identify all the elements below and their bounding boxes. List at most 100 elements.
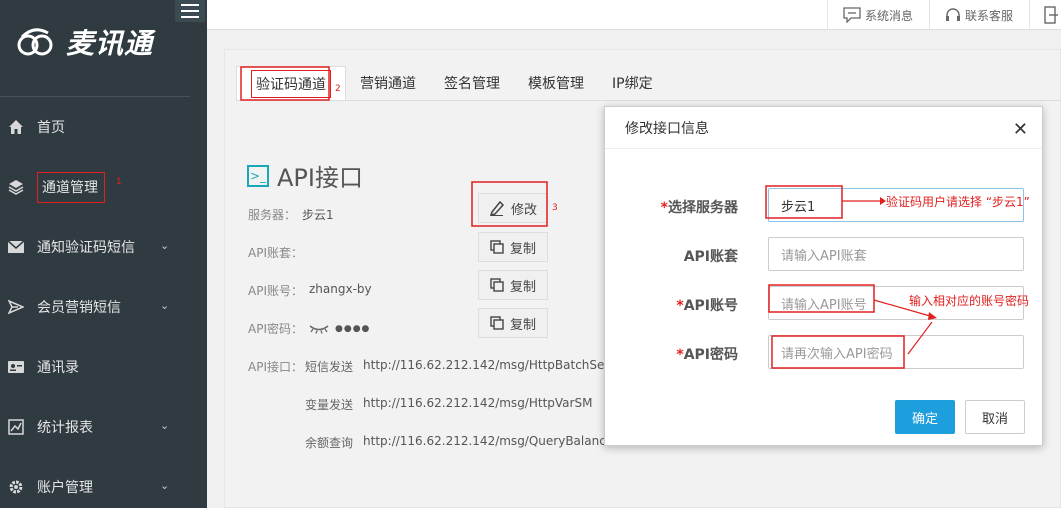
edit-label: 修改 [510, 202, 537, 218]
eye-closed-icon[interactable] [309, 324, 329, 334]
api-url-value: http://116.62.212.142/msg/HttpBatchSendS… [363, 358, 638, 372]
sidebar-item-label: 通知验证码短信 [37, 240, 135, 256]
pencil-icon [489, 200, 505, 216]
password-value: ●●●● [335, 323, 371, 334]
top-divider [1029, 0, 1030, 30]
password-row: API密码： ●●●● [248, 320, 370, 337]
api-url-value: http://116.62.212.142/msg/QueryBalance [363, 434, 614, 448]
dialog-title: 修改接口信息 [625, 120, 709, 137]
copy-button[interactable]: 复制 [478, 232, 548, 262]
top-bar: 系统消息 联系客服 [207, 0, 1061, 30]
api-url-key: 变量发送 [305, 398, 354, 412]
home-icon [8, 119, 24, 135]
confirm-button[interactable]: 确定 [895, 400, 955, 434]
logout-button[interactable] [1044, 0, 1058, 30]
sidebar-item-account[interactable]: 账户管理 ⌄ [0, 467, 207, 507]
sidebar-item-home[interactable]: 首页 [0, 107, 207, 147]
api-url-key: 短信发送 [305, 360, 354, 374]
required-mark: * [660, 200, 668, 216]
sidebar-item-channel[interactable]: 通道管理 1 [0, 167, 207, 207]
sidebar-item-label: 通讯录 [37, 360, 79, 376]
api-title-text: API接口 [277, 164, 363, 192]
server-value: 步云1 [302, 208, 334, 222]
tab-bar: 验证码通道 营销通道 签名管理 模板管理 IP绑定 [236, 66, 667, 100]
sidebar-item-marketing-sms[interactable]: 会员营销短信 ⌄ [0, 287, 207, 327]
annotation-number-3: 3 [552, 203, 558, 213]
copy-label: 复制 [509, 241, 536, 257]
cancel-button[interactable]: 取消 [965, 400, 1025, 434]
mail-icon [8, 239, 24, 255]
copy-icon [490, 240, 504, 254]
server-label-text: 选择服务器 [668, 200, 738, 216]
api-url-row: 短信发送 http://116.62.212.142/msg/HttpBatch… [305, 358, 638, 375]
account-label-text: API账号 [683, 298, 738, 314]
server-field-label: *选择服务器 [605, 197, 738, 217]
terminal-icon: >_ [247, 164, 269, 187]
annotation-account-hint: 输入相对应的账号密码 [909, 294, 1030, 308]
api-section-title: >_ API接口 [247, 158, 363, 193]
api-url-key: 余额查询 [305, 436, 354, 450]
message-icon [843, 7, 861, 23]
password-field-label: *API密码 [605, 344, 738, 364]
sidebar-item-reports[interactable]: 统计报表 ⌄ [0, 407, 207, 447]
api-account-placeholder: 请输入API账号 [781, 297, 867, 313]
copy-button[interactable]: 复制 [478, 308, 548, 338]
gear-icon [8, 479, 24, 495]
contact-service-button[interactable]: 联系客服 [945, 0, 1013, 30]
api-url-value: http://116.62.212.142/msg/HttpVarSM [363, 396, 593, 410]
close-icon[interactable]: ✕ [1013, 119, 1028, 140]
system-messages-label: 系统消息 [865, 8, 914, 23]
annotation-number-2: 2 [335, 84, 341, 94]
tab-template-management[interactable]: 模板管理 [514, 66, 598, 100]
required-mark: * [676, 298, 684, 314]
api-url-row: 余额查询 http://116.62.212.142/msg/QueryBala… [305, 434, 613, 451]
edit-interface-dialog: 修改接口信息 ✕ *选择服务器 步云1 API账套 请输入API账套 *API账… [604, 106, 1043, 446]
api-password-input[interactable]: 请再次输入API密码 [768, 335, 1024, 369]
contact-service-label: 联系客服 [965, 8, 1014, 23]
contact-card-icon [8, 359, 24, 375]
sidebar-item-label: 首页 [37, 120, 65, 136]
layers-icon [8, 179, 24, 195]
api-url-row: 变量发送 http://116.62.212.142/msg/HttpVarSM [305, 396, 592, 413]
annotation-number-1: 1 [116, 177, 122, 187]
menu-toggle-button[interactable] [175, 0, 205, 22]
account-value: zhangx-by [309, 282, 372, 296]
package-label: API账套： [248, 246, 303, 260]
chevron-down-icon: ⌄ [160, 299, 170, 312]
server-select-value: 步云1 [781, 199, 816, 215]
system-messages-button[interactable]: 系统消息 [843, 0, 913, 30]
copy-label: 复制 [509, 279, 536, 295]
api-package-input[interactable]: 请输入API账套 [768, 237, 1024, 271]
sidebar-item-notify-sms[interactable]: 通知验证码短信 ⌄ [0, 227, 207, 267]
account-field-label: *API账号 [605, 295, 738, 315]
sidebar-item-label: 通道管理 [37, 171, 105, 203]
tab-ip-binding[interactable]: IP绑定 [598, 66, 667, 100]
package-row: API账套： [248, 244, 303, 261]
tab-verification-channel[interactable]: 验证码通道 [236, 66, 346, 100]
required-mark: * [676, 347, 684, 363]
annotation-server-hint: 验证码用户请选择 “步云1” [886, 195, 1030, 209]
logo-icon [17, 28, 53, 56]
brand-name: 麦讯通 [66, 27, 154, 60]
chevron-down-icon: ⌄ [160, 239, 170, 252]
tab-underline [236, 100, 1061, 101]
logout-icon [1044, 6, 1058, 24]
edit-button[interactable]: 修改 [478, 193, 548, 223]
copy-button[interactable]: 复制 [478, 270, 548, 300]
tab-signature-management[interactable]: 签名管理 [430, 66, 514, 100]
package-field-label: API账套 [683, 249, 738, 265]
password-label-text: API密码 [683, 347, 738, 363]
sidebar-item-contacts[interactable]: 通讯录 [0, 347, 207, 387]
top-divider [827, 0, 828, 30]
copy-icon [490, 316, 504, 330]
logo: 麦讯通 [14, 22, 153, 62]
send-icon [8, 299, 24, 315]
tab-label: 验证码通道 [251, 69, 331, 98]
server-label: 服务器： [248, 208, 297, 222]
account-row: API账号： zhangx-by [248, 282, 372, 299]
dialog-header: 修改接口信息 [605, 107, 1042, 149]
password-label: API密码： [248, 322, 303, 336]
top-divider [929, 0, 930, 30]
sidebar-item-label: 账户管理 [37, 480, 93, 496]
tab-marketing-channel[interactable]: 营销通道 [346, 66, 430, 100]
